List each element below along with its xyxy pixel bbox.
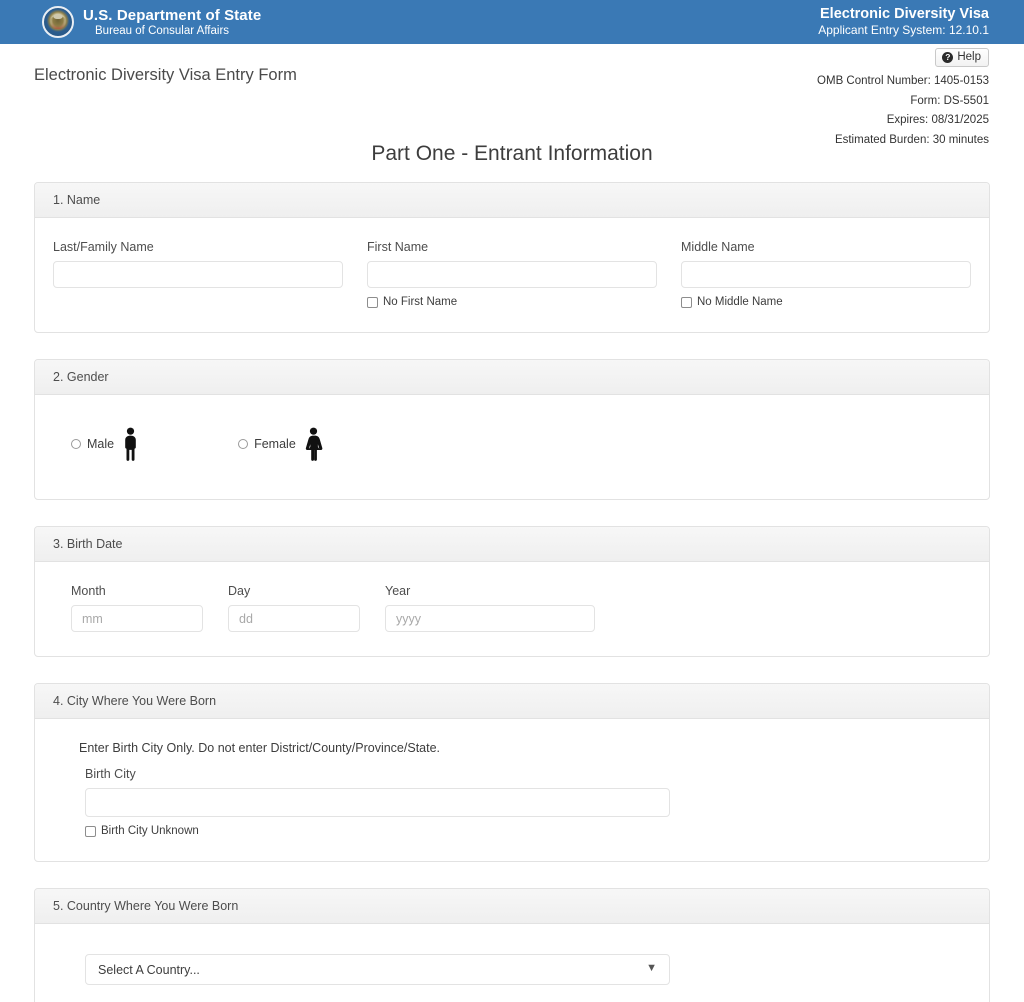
male-label: Male <box>87 437 115 451</box>
form-number: Form: DS-5501 <box>910 94 989 107</box>
banner-branding: U.S. Department of State Bureau of Consu… <box>42 6 261 38</box>
section-gender-heading: 2. Gender <box>35 360 989 395</box>
birth-city-label: Birth City <box>85 767 136 781</box>
section-birth-city-body: Enter Birth City Only. Do not enter Dist… <box>35 719 989 861</box>
system-version: Applicant Entry System: 12.10.1 <box>818 23 989 37</box>
organization-name: U.S. Department of State <box>83 6 262 24</box>
form-body: 1. Name Last/Family Name First Name No F… <box>0 182 1024 1002</box>
department-of-state-seal-icon <box>42 6 74 38</box>
section-gender: 2. Gender Male Female <box>34 359 990 500</box>
section-birth-country: 5. Country Where You Were Born Select A … <box>34 888 990 1002</box>
section-name-body: Last/Family Name First Name No First Nam… <box>35 218 989 332</box>
section-birth-city: 4. City Where You Were Born Enter Birth … <box>34 683 990 862</box>
section-birth-city-heading: 4. City Where You Were Born <box>35 684 989 719</box>
section-name-heading: 1. Name <box>35 183 989 218</box>
estimated-burden: Estimated Burden: 30 minutes <box>834 133 989 146</box>
middle-name-group: Middle Name No Middle Name <box>681 240 971 308</box>
birth-year-group: Year <box>385 584 595 632</box>
birth-city-group: Birth City Birth City Unknown <box>85 767 670 837</box>
question-circle-icon: ? <box>942 51 954 63</box>
birth-city-unknown-label: Birth City Unknown <box>101 825 199 837</box>
female-label: Female <box>254 437 296 451</box>
birth-city-unknown-checkbox-row[interactable]: Birth City Unknown <box>85 825 670 837</box>
section-birth-country-body: Select A Country... ▼ <box>35 924 989 1002</box>
last-name-group: Last/Family Name <box>53 240 343 308</box>
birth-city-hint: Enter Birth City Only. Do not enter Dist… <box>79 741 441 755</box>
section-name: 1. Name Last/Family Name First Name No F… <box>34 182 990 333</box>
birth-country-select-wrap: Select A Country... ▼ <box>85 946 670 989</box>
birth-year-input[interactable] <box>385 605 595 632</box>
middle-name-label: Middle Name <box>681 240 755 254</box>
no-first-name-checkbox[interactable] <box>367 296 378 308</box>
gender-option-male[interactable]: Male <box>71 427 139 461</box>
site-banner: U.S. Department of State Bureau of Consu… <box>0 0 1024 44</box>
no-first-name-checkbox-row[interactable]: No First Name <box>367 296 657 308</box>
birth-country-select[interactable]: Select A Country... <box>85 954 670 985</box>
section-birth-date-body: Month Day Year <box>35 562 989 656</box>
section-birth-date-heading: 3. Birth Date <box>35 527 989 562</box>
female-radio[interactable] <box>238 439 249 449</box>
male-pictogram-icon <box>122 427 139 461</box>
last-name-input[interactable] <box>53 261 343 288</box>
page-title: Electronic Diversity Visa Entry Form <box>34 66 297 84</box>
birth-month-label: Month <box>71 584 106 598</box>
system-name: Electronic Diversity Visa <box>820 6 989 22</box>
female-pictogram-icon <box>304 427 323 461</box>
gender-option-female[interactable]: Female <box>238 427 323 461</box>
first-name-input[interactable] <box>367 261 657 288</box>
birth-day-label: Day <box>228 584 251 598</box>
no-first-name-label: No First Name <box>383 296 458 308</box>
no-middle-name-checkbox-row[interactable]: No Middle Name <box>681 296 971 308</box>
birth-city-unknown-checkbox[interactable] <box>85 825 96 837</box>
section-gender-body: Male Female <box>35 395 989 499</box>
middle-name-input[interactable] <box>681 261 971 288</box>
form-metadata: OMB Control Number: 1405-0153 Form: DS-5… <box>817 72 989 150</box>
page-subheader: ? Help Electronic Diversity Visa Entry F… <box>0 44 1024 146</box>
no-middle-name-label: No Middle Name <box>697 296 783 308</box>
organization-subtitle: Bureau of Consular Affairs <box>95 24 230 37</box>
birth-city-input[interactable] <box>85 788 670 817</box>
expiration-date: Expires: 08/31/2025 <box>886 114 989 126</box>
section-birth-date: 3. Birth Date Month Day Year <box>34 526 990 657</box>
birth-day-group: Day <box>228 584 360 632</box>
no-middle-name-checkbox[interactable] <box>681 296 692 308</box>
birth-day-input[interactable] <box>228 605 360 632</box>
male-radio[interactable] <box>71 439 81 449</box>
omb-control-number: OMB Control Number: 1405-0153 <box>817 75 989 87</box>
help-button-label: Help <box>957 51 981 63</box>
first-name-label: First Name <box>367 240 429 254</box>
last-name-label: Last/Family Name <box>53 240 154 254</box>
birth-year-label: Year <box>385 584 411 598</box>
birth-month-group: Month <box>71 584 203 632</box>
help-button[interactable]: ? Help <box>935 48 989 67</box>
banner-system-info: Electronic Diversity Visa Applicant Entr… <box>818 6 989 38</box>
birth-month-input[interactable] <box>71 605 203 632</box>
first-name-group: First Name No First Name <box>367 240 657 308</box>
section-birth-country-heading: 5. Country Where You Were Born <box>35 889 989 924</box>
